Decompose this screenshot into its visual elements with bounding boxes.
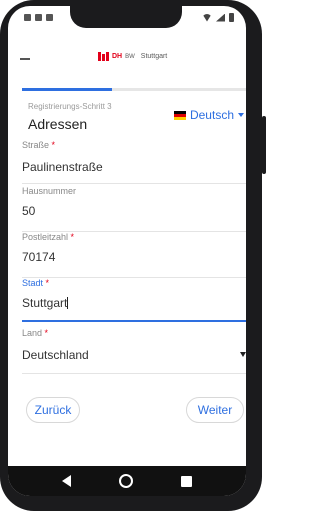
logo-city-text: Stuttgart xyxy=(140,53,168,60)
german-flag-icon xyxy=(173,110,186,120)
signal-icon xyxy=(216,13,225,22)
house-number-value: 50 xyxy=(22,204,36,218)
gallery-icon xyxy=(35,14,42,21)
house-number-field[interactable]: Hausnummer 50 xyxy=(22,186,246,232)
dropdown-arrow-icon xyxy=(240,352,246,357)
progress-fill xyxy=(22,88,112,91)
back-button[interactable]: Zurück xyxy=(26,397,80,423)
language-label: Deutsch xyxy=(189,108,234,122)
country-value: Deutschland xyxy=(22,348,89,362)
next-button[interactable]: Weiter xyxy=(186,397,244,423)
postal-code-value: 70174 xyxy=(22,250,56,264)
postal-code-field[interactable]: Postleitzahl * 70174 xyxy=(22,232,246,278)
status-icons-right xyxy=(202,13,234,22)
city-field[interactable]: Stadt * Stuttgart xyxy=(22,278,246,322)
power-button xyxy=(262,116,266,174)
screen: DH BW Stuttgart Registrierungs-Schritt 3… xyxy=(8,6,246,496)
text-cursor xyxy=(67,297,69,309)
page-title: Adressen xyxy=(28,116,88,132)
house-number-label: Hausnummer xyxy=(22,186,77,196)
postal-code-label: Postleitzahl * xyxy=(22,232,75,242)
mute-switch xyxy=(0,68,1,90)
phone-frame: DH BW Stuttgart Registrierungs-Schritt 3… xyxy=(0,0,266,511)
language-selector[interactable]: Deutsch xyxy=(173,108,246,122)
notch xyxy=(70,6,182,28)
logo-dh-text: DH xyxy=(112,53,123,60)
logo-mark-icon xyxy=(98,52,109,61)
volume-up-button xyxy=(0,106,1,146)
nav-back-icon[interactable] xyxy=(62,475,71,487)
street-value: Paulinenstraße xyxy=(22,160,103,174)
country-select[interactable]: Land * Deutschland xyxy=(22,328,246,374)
battery-icon xyxy=(229,13,234,22)
street-field[interactable]: Straße * Paulinenstraße xyxy=(22,140,246,184)
dropbox-icon xyxy=(46,14,53,21)
status-icons-left xyxy=(24,14,53,21)
city-value: Stuttgart xyxy=(22,296,69,310)
app-header: DH BW Stuttgart xyxy=(8,34,246,86)
country-label: Land * xyxy=(22,328,49,338)
step-label: Registrierungs-Schritt 3 xyxy=(28,102,112,111)
progress-bar xyxy=(22,88,246,91)
nav-recent-apps-icon[interactable] xyxy=(181,475,192,487)
menu-icon[interactable] xyxy=(20,58,30,60)
chevron-down-icon xyxy=(238,113,244,117)
logo-bw-text: BW xyxy=(125,53,135,60)
sim-icon xyxy=(24,14,31,21)
wifi-icon xyxy=(202,13,212,22)
street-label: Straße * xyxy=(22,140,56,150)
city-label: Stadt * xyxy=(22,278,50,288)
volume-down-button xyxy=(0,152,1,192)
nav-home-icon[interactable] xyxy=(119,474,133,488)
android-nav-bar xyxy=(8,466,246,496)
dhbw-logo: DH BW Stuttgart xyxy=(98,52,167,61)
